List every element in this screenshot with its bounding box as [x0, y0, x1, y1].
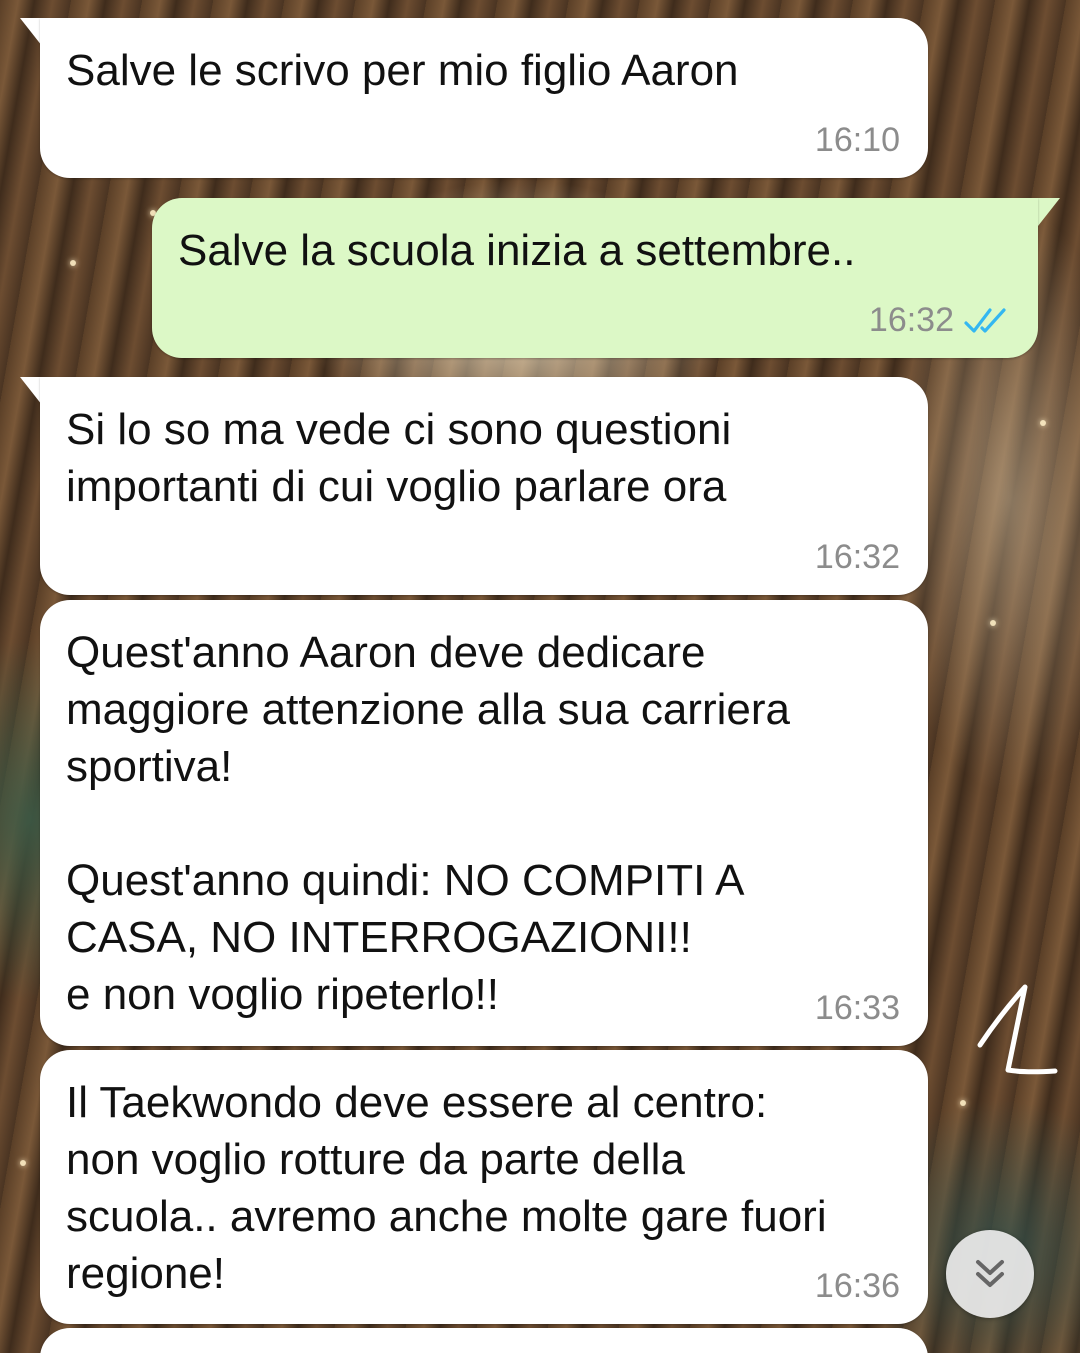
incoming-message-partial[interactable] [40, 1328, 928, 1353]
message-timestamp: 16:32 [815, 538, 900, 577]
message-text: Salve la scuola inizia a settembre.. [178, 226, 856, 275]
wallpaper-sparkle [1040, 420, 1046, 426]
message-text: Il Taekwondo deve essere al centro: non … [66, 1078, 827, 1298]
message-text: Salve le scrivo per mio figlio Aaron [66, 46, 739, 95]
incoming-message[interactable]: Salve le scrivo per mio figlio Aaron 16:… [40, 18, 928, 178]
scroll-to-bottom-button[interactable] [946, 1230, 1034, 1318]
incoming-bubble-tail [20, 18, 42, 46]
incoming-message[interactable]: Quest'anno Aaron deve dedicare maggiore … [40, 600, 928, 1046]
outgoing-bubble-tail [1038, 198, 1060, 226]
wallpaper-sparkle [20, 1160, 26, 1166]
timestamp-text: 16:32 [814, 538, 900, 576]
incoming-bubble-tail [20, 377, 42, 405]
incoming-message[interactable]: Si lo so ma vede ci sono questioni impor… [40, 377, 928, 595]
handwritten-mark [977, 984, 1058, 1075]
message-timestamp: 16:10 [815, 121, 900, 160]
timestamp-text: 16:33 [814, 989, 900, 1027]
message-text: Si lo so ma vede ci sono questioni impor… [66, 405, 732, 511]
timestamp-text: 16:32 [868, 301, 954, 339]
message-timestamp: 16:33 [815, 989, 900, 1028]
wallpaper-sparkle [990, 620, 996, 626]
outgoing-message[interactable]: Salve la scuola inizia a settembre.. 16:… [152, 198, 1038, 358]
incoming-message[interactable]: Il Taekwondo deve essere al centro: non … [40, 1050, 928, 1324]
message-timestamp: 16:36 [815, 1267, 900, 1306]
wallpaper-sparkle [70, 260, 76, 266]
double-check-icon [964, 307, 1006, 333]
message-text: Quest'anno Aaron deve dedicare maggiore … [66, 628, 790, 1019]
timestamp-text: 16:36 [814, 1267, 900, 1305]
timestamp-text: 16:10 [814, 121, 900, 159]
double-chevron-down-icon [976, 1260, 1004, 1287]
wallpaper-sparkle [960, 1100, 966, 1106]
message-timestamp: 16:32 [869, 301, 1010, 340]
